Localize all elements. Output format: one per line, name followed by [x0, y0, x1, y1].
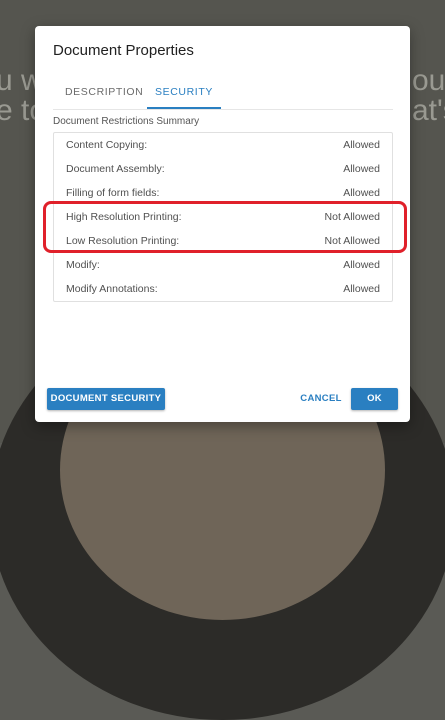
dialog-title: Document Properties: [53, 42, 194, 59]
table-row: Modify: Allowed: [54, 253, 392, 277]
row-label: Filling of form fields:: [66, 187, 160, 199]
row-value: Allowed: [343, 139, 380, 151]
tab-bar: DESCRIPTION SECURITY: [53, 80, 393, 110]
table-row: High Resolution Printing: Not Allowed: [54, 205, 392, 229]
row-label: High Resolution Printing:: [66, 211, 182, 223]
table-row: Modify Annotations: Allowed: [54, 277, 392, 301]
row-label: Modify Annotations:: [66, 283, 158, 295]
background-text: at's: [412, 94, 445, 127]
restrictions-table: Content Copying: Allowed Document Assemb…: [53, 132, 393, 302]
document-security-button[interactable]: DOCUMENT SECURITY: [47, 388, 165, 410]
row-value: Not Allowed: [324, 211, 380, 223]
row-value: Allowed: [343, 283, 380, 295]
table-row: Content Copying: Allowed: [54, 133, 392, 157]
row-label: Low Resolution Printing:: [66, 235, 180, 247]
background-text: ou: [412, 64, 445, 97]
row-label: Content Copying:: [66, 139, 148, 151]
row-value: Allowed: [343, 187, 380, 199]
table-row: Document Assembly: Allowed: [54, 157, 392, 181]
tabs-divider: [53, 109, 393, 110]
tab-security[interactable]: SECURITY: [147, 80, 221, 108]
section-title: Document Restrictions Summary: [53, 116, 200, 127]
row-label: Document Assembly:: [66, 163, 165, 175]
row-label: Modify:: [66, 259, 100, 271]
ok-button[interactable]: OK: [351, 388, 398, 410]
row-value: Allowed: [343, 259, 380, 271]
row-value: Not Allowed: [324, 235, 380, 247]
table-row: Low Resolution Printing: Not Allowed: [54, 229, 392, 253]
cancel-button[interactable]: CANCEL: [297, 388, 345, 410]
table-row: Filling of form fields: Allowed: [54, 181, 392, 205]
row-value: Allowed: [343, 163, 380, 175]
document-properties-dialog: Document Properties DESCRIPTION SECURITY…: [35, 26, 410, 422]
tab-description[interactable]: DESCRIPTION: [65, 80, 143, 108]
